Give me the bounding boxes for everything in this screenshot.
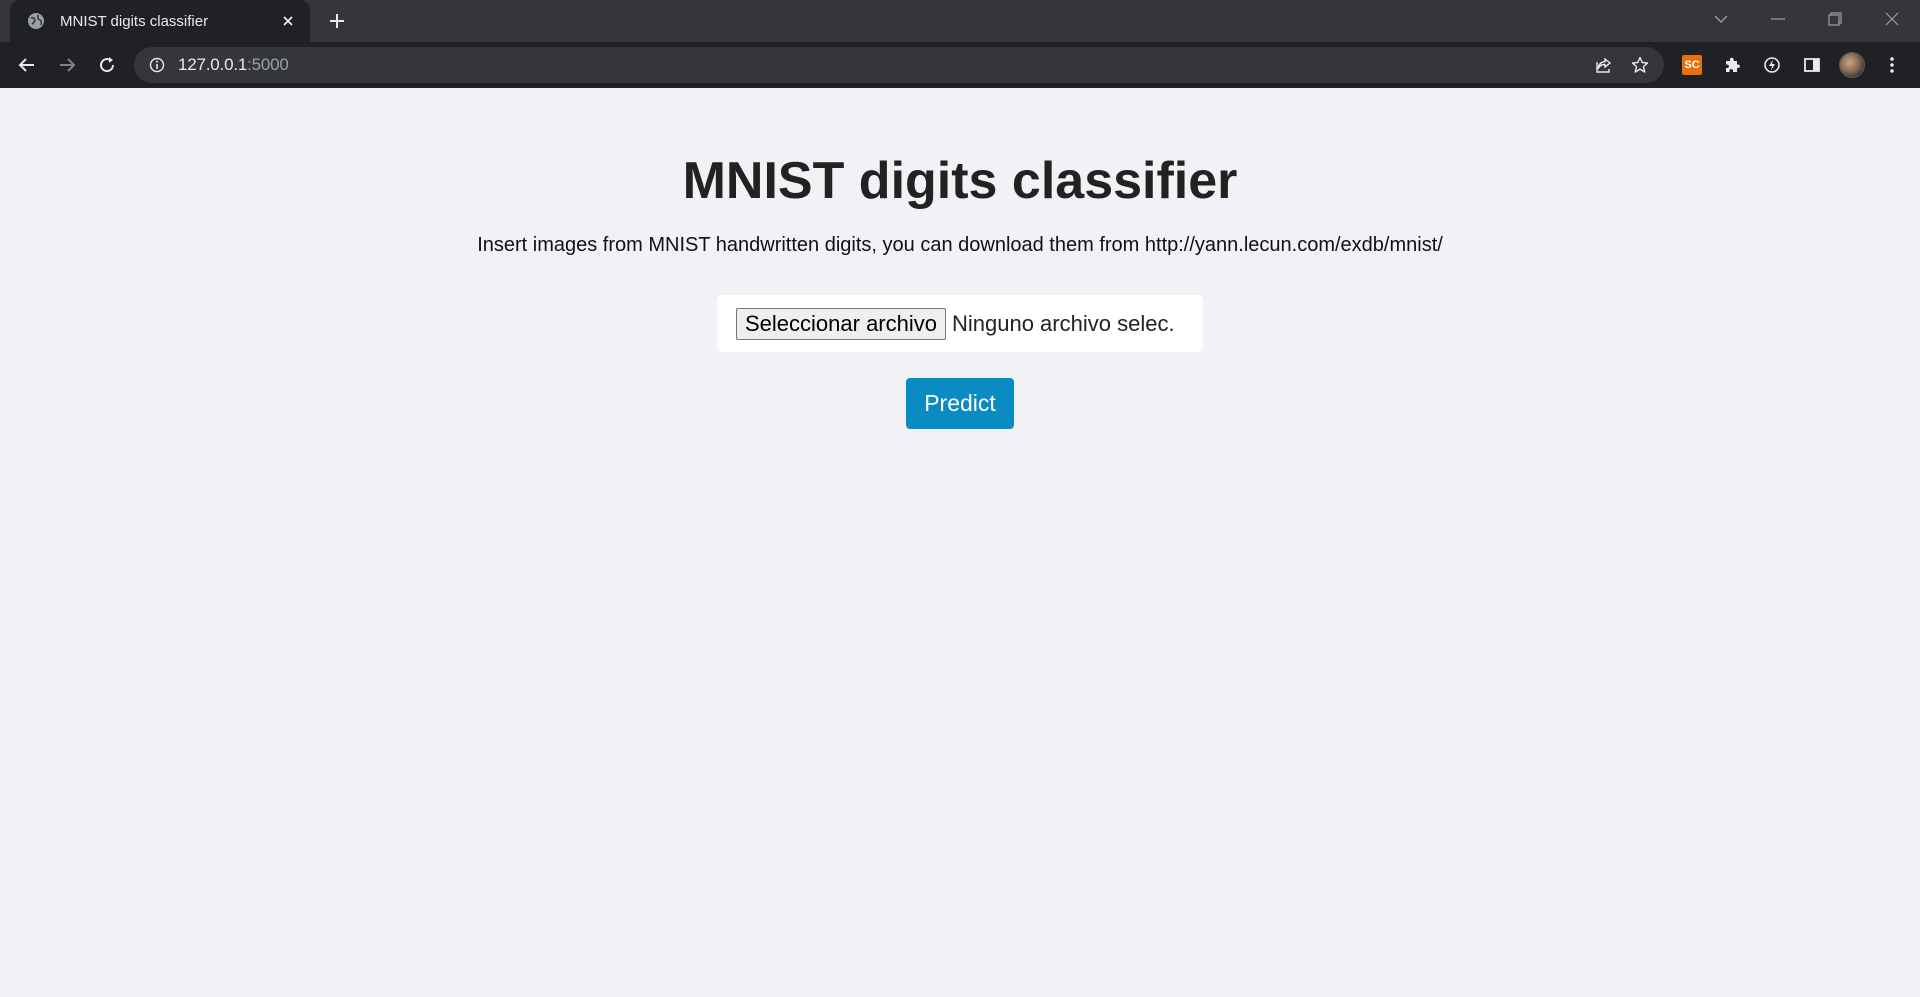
file-upload-box: Seleccionar archivo Ninguno archivo sele… [717, 295, 1203, 352]
globe-icon [26, 11, 46, 31]
minimize-icon[interactable] [1749, 0, 1806, 38]
file-status-text: Ninguno archivo selec. [951, 310, 1175, 336]
forward-icon[interactable] [51, 49, 83, 81]
share-icon[interactable] [1590, 51, 1618, 79]
page-content: MNIST digits classifier Insert images fr… [0, 88, 1920, 997]
url-text: 127.0.0.1:5000 [178, 55, 289, 75]
performance-icon[interactable] [1756, 49, 1788, 81]
sc-extension-icon[interactable]: SC [1676, 49, 1708, 81]
tab-title: MNIST digits classifier [60, 12, 209, 30]
tab-strip: MNIST digits classifier [0, 0, 1920, 42]
url-port: :5000 [247, 55, 289, 74]
info-icon[interactable] [148, 56, 166, 74]
avatar [1839, 52, 1865, 78]
address-bar[interactable]: 127.0.0.1:5000 [134, 47, 1664, 83]
browser-toolbar: 127.0.0.1:5000 SC [0, 42, 1920, 88]
reload-icon[interactable] [91, 49, 123, 81]
side-panel-icon[interactable] [1796, 49, 1828, 81]
browser-tab[interactable]: MNIST digits classifier [10, 0, 310, 42]
back-icon[interactable] [11, 49, 43, 81]
profile-avatar[interactable] [1836, 49, 1868, 81]
close-icon[interactable] [278, 11, 298, 31]
extensions-puzzle-icon[interactable] [1716, 49, 1748, 81]
restore-icon[interactable] [1806, 0, 1863, 38]
url-host: 127.0.0.1 [178, 55, 248, 74]
tab-search-icon[interactable] [1692, 0, 1749, 38]
sc-badge: SC [1682, 55, 1702, 75]
choose-file-button[interactable]: Seleccionar archivo [736, 307, 946, 340]
page-description: Insert images from MNIST handwritten dig… [477, 234, 1443, 256]
new-tab-icon[interactable] [325, 9, 349, 33]
predict-button[interactable]: Predict [906, 378, 1014, 429]
menu-dots-icon[interactable] [1876, 49, 1908, 81]
page-title: MNIST digits classifier [682, 152, 1238, 210]
bookmark-star-icon[interactable] [1626, 51, 1654, 79]
window-close-icon[interactable] [1863, 0, 1920, 38]
